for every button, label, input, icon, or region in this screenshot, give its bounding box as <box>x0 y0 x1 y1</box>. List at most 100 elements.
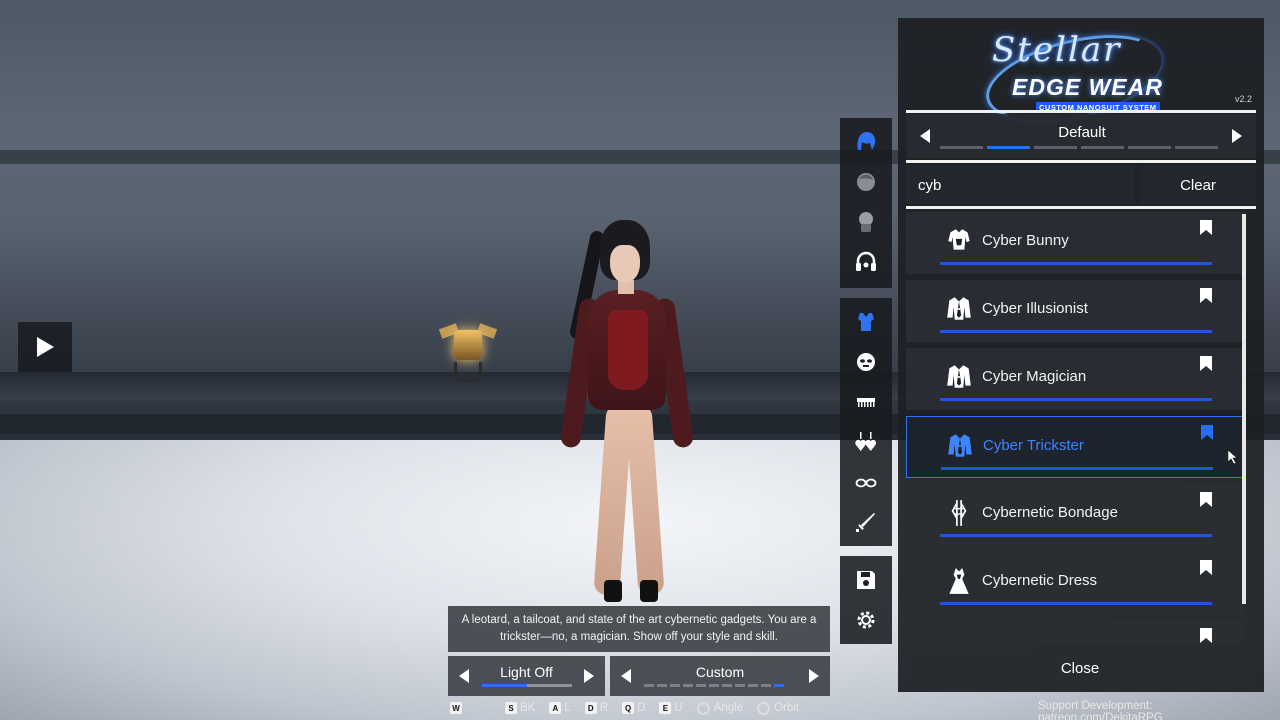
outfit-item[interactable]: Cybernetic Dress <box>906 552 1244 614</box>
outfit-item[interactable]: Cyber Illusionist <box>906 280 1244 342</box>
custom-segment <box>709 684 719 687</box>
headphones-icon[interactable] <box>846 244 886 280</box>
search-input[interactable] <box>906 166 1134 204</box>
divider <box>906 160 1256 163</box>
character-model <box>559 220 700 602</box>
light-level-bar <box>482 684 572 687</box>
outfit-list: Cyber Bunny Cyber Illusionist Cyber Magici… <box>906 212 1246 644</box>
preset-next-button[interactable] <box>1222 114 1252 158</box>
mouse-cursor-icon <box>1227 449 1238 465</box>
bookmark-icon[interactable] <box>1200 560 1212 575</box>
glasses-icon[interactable] <box>846 464 886 500</box>
bookmark-icon[interactable] <box>1200 220 1212 235</box>
custom-next-button[interactable] <box>800 656 828 696</box>
mask-icon[interactable] <box>846 344 886 380</box>
preset-selector: Default <box>906 114 1256 158</box>
outfit-item-label: Cyber Illusionist <box>982 300 1088 317</box>
bookmark-icon[interactable] <box>1201 425 1213 440</box>
bookmark-icon[interactable] <box>1200 628 1212 643</box>
custom-label: Custom <box>695 664 745 680</box>
preset-segment <box>1081 146 1124 149</box>
preset-segment <box>1175 146 1218 149</box>
mouse-icon <box>757 701 771 715</box>
outfit-description: A leotard, a tailcoat, and state of the … <box>448 606 830 652</box>
custom-segment <box>644 684 654 687</box>
comb-icon[interactable] <box>846 384 886 420</box>
category-sidebar-middle <box>840 298 892 546</box>
outfit-item-label: Cybernetic Bondage <box>982 504 1118 521</box>
bodysuit-icon <box>944 226 974 256</box>
bookmark-icon[interactable] <box>1200 356 1212 371</box>
custom-segment <box>748 684 758 687</box>
bookmark-icon[interactable] <box>1200 492 1212 507</box>
custom-segment <box>774 684 784 687</box>
preset-label: Default <box>1058 124 1106 141</box>
sword-icon[interactable] <box>846 504 886 540</box>
preset-segment <box>1128 146 1171 149</box>
dress-icon <box>944 566 974 596</box>
custom-segment <box>696 684 706 687</box>
outfit-item-bar <box>940 330 1212 333</box>
save-icon[interactable] <box>846 562 886 598</box>
hotkey-q: QD <box>622 702 645 714</box>
custom-segment <box>657 684 667 687</box>
custom-segment <box>761 684 771 687</box>
earrings-icon[interactable] <box>846 424 886 460</box>
outfit-item-bar <box>940 534 1212 537</box>
hair-icon[interactable] <box>846 124 886 160</box>
hotkey-d: DR <box>584 702 608 714</box>
custom-segment <box>735 684 745 687</box>
outfit-item[interactable]: Cybernetic Bondage <box>906 484 1244 546</box>
preset-segment <box>1034 146 1077 149</box>
head-accessory-icon[interactable] <box>846 204 886 240</box>
outfit-item-label: Cyber Trickster <box>983 437 1084 454</box>
jacket-icon <box>945 431 975 461</box>
jacket-icon <box>944 294 974 324</box>
custom-control: Custom <box>610 656 830 696</box>
outfit-item[interactable]: Cyber Bunny <box>906 212 1244 274</box>
hotkey-hints: W S BK A L D R Q D E U Angle Orbit <box>450 700 813 716</box>
preset-segment <box>987 146 1030 149</box>
search-row: Clear <box>906 166 1256 204</box>
chevron-right-icon <box>1232 129 1242 143</box>
outfit-item-bar <box>940 398 1212 401</box>
version-label: v2.2 <box>1234 94 1252 104</box>
close-button[interactable]: Close <box>906 650 1254 686</box>
custom-segment <box>683 684 693 687</box>
hotkey-e: EU <box>659 702 683 714</box>
bookmark-icon[interactable] <box>1200 288 1212 303</box>
divider <box>906 206 1256 209</box>
preset-prev-button[interactable] <box>910 114 940 158</box>
preset-segments <box>940 146 1218 149</box>
chevron-right-icon <box>809 669 819 683</box>
light-next-button[interactable] <box>575 656 603 696</box>
outfit-item[interactable] <box>906 620 1244 644</box>
clear-button[interactable]: Clear <box>1140 166 1256 204</box>
outfit-item-bar <box>940 262 1212 265</box>
outfit-item-bar <box>941 467 1213 470</box>
face-icon[interactable] <box>846 164 886 200</box>
hotkey-s: S BK <box>505 702 535 714</box>
straps-icon <box>944 498 974 528</box>
settings-icon[interactable] <box>846 602 886 638</box>
suit-icon[interactable] <box>846 304 886 340</box>
play-icon <box>37 337 54 357</box>
preset-segment <box>940 146 983 149</box>
outfit-item-label: Cyber Magician <box>982 368 1087 385</box>
hotkey-w: W <box>450 702 465 714</box>
custom-segment <box>670 684 680 687</box>
support-text: Support Development: patreon.com/DekitaR… <box>1038 700 1163 720</box>
mouse-angle-hint: Angle <box>696 701 743 715</box>
outfit-panel: Stellar EDGE WEAR CUSTOM NANOSUIT SYSTEM… <box>898 18 1264 692</box>
scrollbar[interactable] <box>1242 214 1246 604</box>
stellar-edge-wear-logo: Stellar EDGE WEAR CUSTOM NANOSUIT SYSTEM <box>977 19 1184 137</box>
outfit-item-label: Cyber Bunny <box>982 232 1069 249</box>
hotkey-a: AL <box>549 702 571 714</box>
custom-segment <box>722 684 732 687</box>
mouse-icon <box>696 701 710 715</box>
play-button[interactable] <box>18 322 72 372</box>
custom-segments <box>644 684 784 687</box>
outfit-item[interactable]: Cyber Trickster <box>906 416 1244 478</box>
jacket-icon <box>944 362 974 392</box>
outfit-item[interactable]: Cyber Magician <box>906 348 1244 410</box>
